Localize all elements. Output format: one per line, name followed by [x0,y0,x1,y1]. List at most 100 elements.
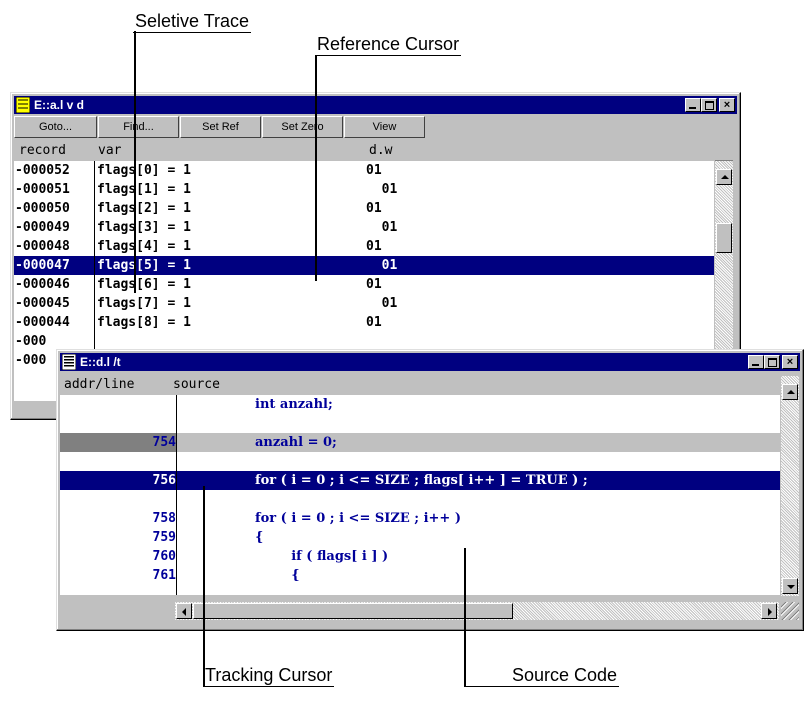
line-number: 760 [152,549,176,564]
close-button[interactable]: × [719,98,735,112]
record-cell: -000045 [15,296,70,311]
source-line[interactable] [60,452,780,471]
set-zero-button[interactable]: Set Zero [262,116,343,138]
source-line[interactable]: 754 anzahl = 0; [60,433,780,452]
scroll-thumb[interactable] [716,223,732,253]
trace-row[interactable]: -000050 flags[2] = 1 01 [14,199,714,218]
size-grip-icon[interactable] [781,602,799,620]
record-cell: -000051 [15,182,70,197]
source-line[interactable]: 758 for ( i = 0 ; i <= SIZE ; i++ ) [60,509,780,528]
view-button[interactable]: View [344,116,425,138]
source-code-text: if ( flags[ i ] ) [255,549,389,564]
source-line[interactable] [60,490,780,509]
var-cell: flags[1] = 1 [97,182,191,197]
maximize-button[interactable] [764,355,780,369]
minimize-button[interactable] [748,355,764,369]
var-cell: flags[5] = 1 [97,258,191,273]
line-number: 758 [152,511,176,526]
source-list[interactable]: int anzahl; 754 anzahl = 0; 756 for ( i = 0 … [60,395,780,595]
trace-row[interactable]: -000049 flags[3] = 1 01 [14,218,714,237]
callout-reference-cursor: Reference Cursor [315,34,462,56]
trace-row[interactable]: -000046 flags[6] = 1 01 [14,275,714,294]
record-cell: -000 [15,334,47,349]
trace-scrollbar-top-stub [715,142,733,161]
source-line[interactable]: 761 { [60,566,780,585]
source-line[interactable]: 760 if ( flags[ i ] ) [60,547,780,566]
scroll-up-button[interactable] [782,384,798,400]
record-cell: -000052 [15,163,70,178]
var-cell: flags[2] = 1 [97,201,191,216]
scroll-up-icon [721,175,729,179]
set-ref-button[interactable]: Set Ref [180,116,261,138]
scroll-left-button[interactable] [176,603,192,619]
trace-row-reference-cursor[interactable]: -000047 flags[5] = 1 01 [14,256,714,275]
maximize-button[interactable] [701,98,717,112]
record-cell: -000044 [15,315,70,330]
value-cell: 01 [366,277,382,292]
source-horizontal-scrollbar[interactable] [175,602,779,620]
source-vertical-scrollbar[interactable] [781,376,799,596]
source-line[interactable]: 759 { [60,528,780,547]
close-icon: × [723,99,731,111]
minimize-button[interactable] [685,98,701,112]
source-code-text: { [255,568,300,583]
scroll-up-button[interactable] [716,169,732,185]
record-cell: -000046 [15,277,70,292]
record-cell: -000 [15,353,47,368]
scroll-down-button[interactable] [782,578,798,594]
value-cell: 01 [366,258,398,273]
source-line[interactable]: int anzahl; [60,395,780,414]
source-code-text: for ( i = 0 ; i <= SIZE ; i++ ) [255,511,461,526]
source-line-tracking-cursor[interactable]: 756 for ( i = 0 ; i <= SIZE ; flags[ i++ … [60,471,780,490]
trace-row[interactable]: -000048 flags[4] = 1 01 [14,237,714,256]
leader-reference-cursor [315,55,317,281]
record-cell: -000048 [15,239,70,254]
source-line[interactable] [60,414,780,433]
header-dw: d.w [369,143,393,158]
goto-button[interactable]: Goto... [14,116,97,138]
find-button[interactable]: Find... [98,116,179,138]
trace-row[interactable]: -000051 flags[1] = 1 01 [14,180,714,199]
value-cell: 01 [366,201,382,216]
scroll-right-button[interactable] [761,603,777,619]
trace-window-title: E::a.l v d [34,98,85,112]
var-cell: flags[8] = 1 [97,315,191,330]
line-number: 759 [152,530,176,545]
trace-row[interactable]: -000052 flags[0] = 1 01 [14,161,714,180]
maximize-icon [768,358,777,367]
source-code-text: for ( i = 0 ; i <= SIZE ; flags[ i++ ] =… [255,473,588,488]
callout-selective-trace: Seletive Trace [133,11,252,33]
scroll-up-icon [787,390,795,394]
header-var: var [98,143,122,158]
source-code-text: int anzahl; [255,397,333,412]
list-icon [62,354,76,370]
leader-tracking-cursor [203,486,205,686]
minimize-icon [689,107,696,109]
var-cell: flags[6] = 1 [97,277,191,292]
value-cell: 01 [366,315,382,330]
value-cell: 01 [366,239,382,254]
record-cell: -000049 [15,220,70,235]
trace-window-titlebar[interactable]: E::a.l v d × [14,96,737,114]
close-button[interactable]: × [782,355,798,369]
line-number: 754 [60,433,176,452]
app-icon [16,97,30,113]
close-icon: × [786,356,794,368]
source-window: E::d.l /t × addr/line source int anzahl;… [56,349,804,631]
addr-column-divider [176,395,177,595]
line-number: 756 [152,473,176,488]
source-window-title: E::d.l /t [80,355,121,369]
callout-source-code: Source Code [464,664,620,687]
source-window-titlebar[interactable]: E::d.l /t × [60,353,800,371]
callout-tracking-cursor: Tracking Cursor [203,665,335,687]
var-cell: flags[4] = 1 [97,239,191,254]
source-header-row: addr/line source [60,376,780,394]
maximize-icon [705,101,714,110]
minimize-icon [752,364,759,366]
var-cell: flags[7] = 1 [97,296,191,311]
scroll-right-icon [768,608,772,616]
trace-row[interactable]: -000045 flags[7] = 1 01 [14,294,714,313]
trace-header-row: record var d.w [14,142,714,160]
header-source: source [173,377,220,392]
trace-row[interactable]: -000044 flags[8] = 1 01 [14,313,714,332]
